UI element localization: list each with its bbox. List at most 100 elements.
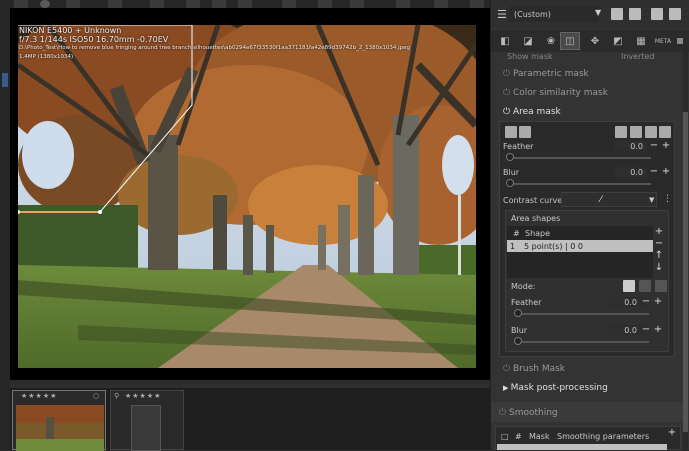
feather2-slider[interactable] bbox=[519, 313, 649, 315]
paste-profile-icon[interactable] bbox=[669, 8, 681, 20]
add-polygon-icon[interactable] bbox=[615, 126, 627, 138]
toolbar-button[interactable] bbox=[434, 0, 448, 8]
toolbar-button[interactable] bbox=[186, 0, 200, 8]
tab-metadata[interactable]: META bbox=[653, 32, 673, 50]
blur-slider[interactable] bbox=[511, 183, 651, 185]
linear-curve-icon: ⁄ bbox=[600, 195, 602, 205]
thumbnail-selected[interactable]: ★★★★★ ○ bbox=[12, 390, 106, 451]
toolbar-button[interactable] bbox=[66, 0, 80, 8]
mode-intersect-icon[interactable] bbox=[655, 280, 667, 292]
toolbar-button[interactable] bbox=[350, 0, 364, 8]
tab-raw[interactable]: ◩ bbox=[608, 32, 628, 50]
blur2-slider[interactable] bbox=[519, 341, 649, 343]
toolbar-button[interactable] bbox=[470, 0, 484, 8]
feather-value[interactable]: 0.0 bbox=[615, 142, 643, 151]
tab-advanced[interactable]: ▦ bbox=[631, 32, 651, 50]
toolbar-button[interactable] bbox=[14, 0, 28, 8]
toolbar-button[interactable] bbox=[282, 0, 296, 8]
smoothing-add-button[interactable]: + bbox=[667, 428, 677, 438]
chevron-down-icon[interactable]: ▼ bbox=[649, 196, 654, 204]
image-size: 1.4MP (1380x1034) bbox=[19, 54, 74, 60]
feather-slider-knob[interactable] bbox=[506, 153, 514, 161]
toolbar-button[interactable] bbox=[212, 0, 226, 8]
blur2-increment[interactable]: + bbox=[653, 325, 663, 335]
contrast-curve-select[interactable]: ⁄ bbox=[561, 192, 657, 207]
copy-shape-icon[interactable] bbox=[505, 126, 517, 138]
thumbnail[interactable]: ⚲ ★★★★★ bbox=[110, 390, 184, 451]
tab-detail[interactable]: ◪ bbox=[518, 32, 538, 50]
mode-label: Mode: bbox=[511, 282, 536, 291]
histogram-indicator bbox=[2, 73, 8, 87]
feather2-decrement[interactable]: − bbox=[641, 297, 651, 307]
parametric-mask-section[interactable]: ⏻ Parametric mask bbox=[503, 69, 589, 79]
shape-add-button[interactable]: + bbox=[654, 227, 664, 237]
color-similarity-label: Color similarity mask bbox=[512, 88, 608, 98]
chevron-down-icon[interactable]: ▼ bbox=[595, 8, 601, 17]
collapse-icon[interactable] bbox=[677, 38, 683, 44]
photo-preview[interactable] bbox=[18, 25, 476, 368]
filmstrip: ★★★★★ ○ ⚲ ★★★★★ bbox=[10, 384, 490, 451]
feather-slider[interactable] bbox=[511, 157, 651, 159]
show-mask-label[interactable]: Show mask bbox=[507, 52, 553, 61]
mode-add-icon[interactable] bbox=[623, 280, 635, 292]
toolbar-button[interactable] bbox=[396, 0, 410, 8]
shape-up-button[interactable]: ↑ bbox=[654, 251, 664, 261]
rating-stars-2[interactable]: ★★★★★ bbox=[125, 392, 161, 400]
exif-settings: f/7.3 1/144s ISO50 16.70mm -0.70EV bbox=[19, 35, 169, 44]
tab-exposure[interactable]: ◧ bbox=[495, 32, 515, 50]
toolbar-button[interactable] bbox=[318, 0, 332, 8]
blur2-decrement[interactable]: − bbox=[641, 325, 651, 335]
save-profile-icon[interactable] bbox=[629, 8, 641, 20]
feather2-value[interactable]: 0.0 bbox=[609, 298, 637, 307]
color-similarity-mask-section[interactable]: ⏻ Color similarity mask bbox=[503, 88, 608, 98]
feather2-slider-knob[interactable] bbox=[514, 309, 522, 317]
tab-local[interactable]: ◫ bbox=[560, 32, 580, 50]
list-icon[interactable]: ☰ bbox=[497, 8, 507, 21]
brush-mask-section[interactable]: ⏻ Brush Mask bbox=[503, 364, 565, 374]
blur2-slider-knob[interactable] bbox=[514, 337, 522, 345]
toolbar-button[interactable] bbox=[150, 0, 164, 8]
info-icon[interactable] bbox=[40, 0, 50, 8]
blur-slider-knob[interactable] bbox=[506, 179, 514, 187]
blur2-value[interactable]: 0.0 bbox=[609, 326, 637, 335]
area-mask-section[interactable]: ⏻ Area mask bbox=[503, 107, 561, 117]
open-profile-icon[interactable] bbox=[611, 8, 623, 20]
area-shapes-label: Area shapes bbox=[511, 214, 561, 223]
thumbnail-image-2[interactable] bbox=[131, 405, 161, 451]
add-rectangle-icon[interactable] bbox=[630, 126, 642, 138]
brush-mask-label: Brush Mask bbox=[512, 364, 565, 374]
tab-color[interactable]: ❀ bbox=[541, 32, 561, 50]
blur-value[interactable]: 0.0 bbox=[615, 168, 643, 177]
paste-shape-icon[interactable] bbox=[519, 126, 531, 138]
mask-post-processing-section[interactable]: ▶ Mask post-processing bbox=[503, 383, 608, 393]
scrollbar-thumb[interactable] bbox=[683, 112, 688, 432]
reset-icon[interactable] bbox=[659, 126, 671, 138]
shapes-col-hash: # bbox=[513, 229, 520, 238]
tab-transform[interactable]: ✥ bbox=[585, 32, 605, 50]
toolbar-button[interactable] bbox=[108, 0, 122, 8]
edit-shape-icon[interactable] bbox=[645, 126, 657, 138]
linked-icon: ⚲ bbox=[114, 392, 120, 400]
smoothing-section[interactable]: ⏻ Smoothing bbox=[499, 408, 558, 418]
parametric-mask-label: Parametric mask bbox=[512, 69, 589, 79]
toolbar-button[interactable] bbox=[238, 0, 252, 8]
feather-decrement[interactable]: − bbox=[649, 141, 659, 151]
feather-increment[interactable]: + bbox=[661, 141, 671, 151]
mode-subtract-icon[interactable] bbox=[639, 280, 651, 292]
shape-remove-button[interactable]: − bbox=[654, 239, 664, 249]
copy-profile-icon[interactable] bbox=[651, 8, 663, 20]
blur-decrement[interactable]: − bbox=[649, 167, 659, 177]
thumbnail-image[interactable] bbox=[16, 405, 104, 451]
feather2-increment[interactable]: + bbox=[653, 297, 663, 307]
inverted-label[interactable]: Inverted bbox=[621, 52, 655, 61]
scrollbar[interactable] bbox=[683, 52, 688, 450]
blur2-label: Blur bbox=[511, 326, 528, 335]
more-icon[interactable]: ⋮ bbox=[663, 194, 672, 204]
processing-profile-select[interactable]: (Custom) bbox=[509, 6, 599, 22]
blur-increment[interactable]: + bbox=[661, 167, 671, 177]
reject-icon[interactable]: ○ bbox=[93, 392, 99, 400]
smoothing-row[interactable] bbox=[497, 444, 667, 450]
shape-down-button[interactable]: ↓ bbox=[654, 263, 664, 273]
rating-stars[interactable]: ★★★★★ bbox=[21, 392, 57, 400]
smoothing-col-checkbox[interactable]: □ bbox=[501, 432, 509, 441]
